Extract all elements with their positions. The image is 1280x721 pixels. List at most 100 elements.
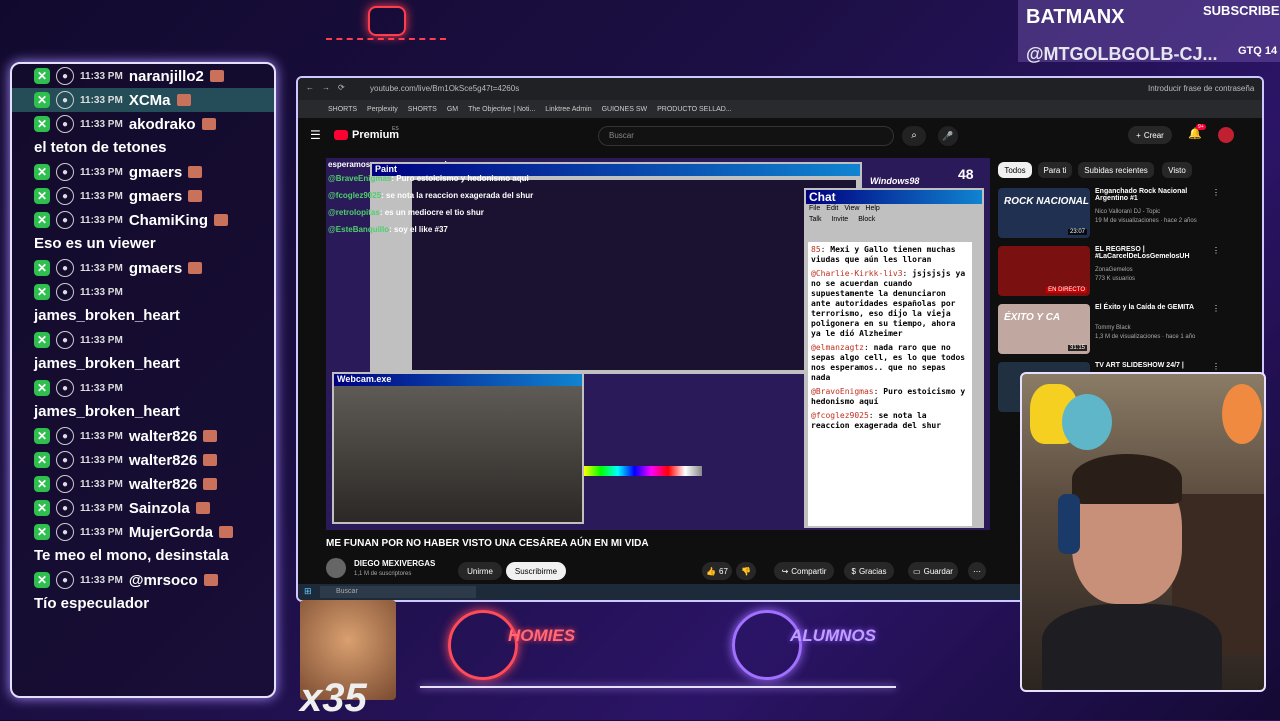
thanks-button[interactable]: $ Gracias — [844, 562, 894, 580]
yt-logo-icon[interactable] — [334, 130, 348, 140]
recommended-video[interactable]: ÉXITO Y CA 31:15 El Éxito y la Caída de GE… — [998, 304, 1248, 354]
windows-icon[interactable]: ⊞ — [304, 586, 312, 597]
video-title[interactable]: TV ART SLIDESHOW 24/7 | — [1095, 362, 1215, 369]
user-icon: ● — [56, 523, 74, 541]
retro-chat-text: jsjsjsjs ya no se acuerdan cuando supues… — [811, 269, 966, 338]
retro-chat-title: Chat — [806, 190, 982, 204]
like-button[interactable]: 👍 67 — [702, 562, 732, 580]
recommended-video[interactable]: EN DIRECTO EL REGRESO | #LaCarcelDeLosGem… — [998, 246, 1248, 296]
filter-chip[interactable]: Para ti — [1038, 162, 1072, 178]
bookmark-item[interactable]: SHORTS — [328, 106, 357, 113]
menu-icon[interactable]: ☰ — [310, 128, 321, 142]
stream-chat-line: @retrolopitas: es un mediocre el tio shu… — [328, 208, 588, 225]
video-thumbnail[interactable]: ÉXITO Y CA 31:15 — [998, 304, 1090, 354]
more-options-icon[interactable]: ⋮ — [1212, 362, 1220, 371]
more-options-icon[interactable]: ⋮ — [1212, 246, 1220, 255]
dislike-button[interactable]: 👎 — [736, 562, 756, 580]
filter-chip[interactable]: Subidas recientes — [1078, 162, 1154, 178]
video-channel[interactable]: Nico Valloranì DJ - Topic — [1095, 209, 1235, 215]
chat-user: naranjillo2 — [128, 67, 204, 85]
chat-row: ✕ ● 11:33 PM walter826 — [12, 424, 274, 448]
retro-chat-user: @Charlie-Kirkk-liv3 — [811, 269, 903, 278]
chat-user: XCMa — [128, 91, 171, 109]
chat-time: 11:33 PM — [80, 214, 123, 226]
taskbar-search-label: Buscar — [336, 588, 358, 595]
chat-user: walter826 — [128, 427, 198, 445]
more-options-icon[interactable]: ⋮ — [1212, 304, 1220, 313]
retro-chat-message: @elmanzagtz: nada raro que no sepas algo… — [811, 343, 966, 382]
url-field[interactable]: youtube.com/live/Bm1OkSce5g47t=4260s — [370, 84, 519, 93]
video-meta: 19 M de visualizaciones · hace 2 años — [1095, 218, 1197, 224]
check-icon: ✕ — [34, 452, 50, 468]
forward-icon[interactable]: → — [322, 83, 330, 92]
retro-menu-item[interactable]: File — [809, 205, 820, 212]
more-button[interactable]: ⋯ — [968, 562, 986, 580]
retro-action[interactable]: Talk — [809, 216, 821, 223]
retro-action[interactable]: Block — [858, 216, 875, 223]
chat-row: ✕ ● 11:33 PM gmaers — [12, 256, 274, 280]
color-palette — [584, 466, 702, 476]
bookmark-item[interactable]: SHORTS — [408, 106, 437, 113]
search-icon[interactable]: ⌕ — [902, 126, 926, 146]
emote-icon — [188, 190, 203, 202]
taskbar-search[interactable]: Buscar — [320, 586, 476, 598]
bookmark-item[interactable]: Linktree Admin — [545, 106, 591, 113]
chat-row: ✕ ● 11:33 PM gmaers — [12, 184, 274, 208]
avatar[interactable] — [1218, 127, 1234, 143]
retro-chat-user: @elmanzagtz — [811, 343, 864, 352]
video-player[interactable]: esperamos... que no sepas nada 48 Window… — [326, 158, 990, 530]
join-button[interactable]: Unirme — [458, 562, 502, 580]
recommended-video[interactable]: ROCK NACIONAL 23:07 Enganchado Rock Nacion… — [998, 188, 1248, 238]
video-title[interactable]: Enganchado Rock Nacional Argentino #1 — [1095, 188, 1215, 202]
video-title[interactable]: El Éxito y la Caída de GEMITA — [1095, 304, 1215, 311]
check-icon: ✕ — [34, 116, 50, 132]
channel-name[interactable]: DIEGO MEXIVERGAS — [354, 559, 435, 568]
reload-icon[interactable]: ⟳ — [338, 83, 345, 92]
mic-icon[interactable]: 🎤 — [938, 126, 958, 146]
stream-chat-text: : soy el like #37 — [389, 225, 448, 234]
chat-time: 11:33 PM — [80, 334, 123, 346]
search-input[interactable]: Buscar — [598, 126, 894, 146]
emote-icon — [203, 574, 218, 586]
chat-time: 11:33 PM — [80, 382, 123, 394]
save-button[interactable]: ▭ Guardar — [908, 562, 958, 580]
chat-user: MujerGorda — [128, 523, 213, 541]
stream-chat-line: @EsteBanquillo: soy el like #37 — [328, 225, 588, 242]
streamer-webcam — [1020, 372, 1266, 692]
password-hint[interactable]: Introducir frase de contraseña — [1148, 84, 1254, 93]
chat-row: ✕ ● 11:33 PM naranjillo2 — [12, 64, 274, 88]
create-button[interactable]: + Crear — [1128, 126, 1172, 144]
filter-chip[interactable]: Visto — [1162, 162, 1192, 178]
chat-time: 11:33 PM — [80, 526, 123, 538]
share-button[interactable]: ↪ Compartir — [774, 562, 834, 580]
chat-row: ✕ ● 11:33 PM ChamiKing — [12, 208, 274, 232]
filter-chip[interactable]: Todos — [998, 162, 1032, 178]
bookmark-item[interactable]: Perplexity — [367, 106, 398, 113]
subscribe-button[interactable]: Suscribirme — [506, 562, 566, 580]
stream-chat-text: : Puro estoicismo y hedonismo aqui — [391, 174, 529, 183]
back-icon[interactable]: ← — [306, 83, 314, 92]
retro-menu-item[interactable]: Edit — [826, 205, 838, 212]
stream-chat-line: @BraveEnigmas: Puro estoicismo y hedonis… — [328, 174, 588, 191]
more-options-icon[interactable]: ⋮ — [1212, 188, 1220, 197]
bookmark-item[interactable]: PRODUCTO SELLAD... — [657, 106, 732, 113]
video-channel[interactable]: Tommy Black — [1095, 325, 1235, 331]
retro-chat-log: 85: Mexi y Gallo tienen muchas viudas qu… — [808, 242, 972, 526]
chat-time: 11:33 PM — [80, 454, 123, 466]
video-thumbnail[interactable]: ROCK NACIONAL 23:07 — [998, 188, 1090, 238]
retro-action[interactable]: Invite — [831, 216, 848, 223]
bookmark-item[interactable]: GUIONES SW — [602, 106, 648, 113]
channel-avatar[interactable] — [326, 558, 346, 578]
user-icon: ● — [56, 211, 74, 229]
video-title[interactable]: EL REGRESO | #LaCarcelDeLosGemelosUH — [1095, 246, 1215, 260]
video-channel[interactable]: ZonaGemelos — [1095, 267, 1235, 273]
share-label: Compartir — [791, 566, 827, 576]
chat-message: Eso es un viewer — [34, 235, 156, 252]
video-meta: 1,3 M de visualizaciones · hace 1 año — [1095, 334, 1196, 340]
retro-menu-item[interactable]: View — [844, 205, 859, 212]
bookmark-item[interactable]: GM — [447, 106, 458, 113]
check-icon: ✕ — [34, 212, 50, 228]
bookmark-item[interactable]: The Objective | Noti... — [468, 106, 535, 113]
retro-menu-item[interactable]: Help — [865, 205, 879, 212]
video-thumbnail[interactable]: EN DIRECTO — [998, 246, 1090, 296]
